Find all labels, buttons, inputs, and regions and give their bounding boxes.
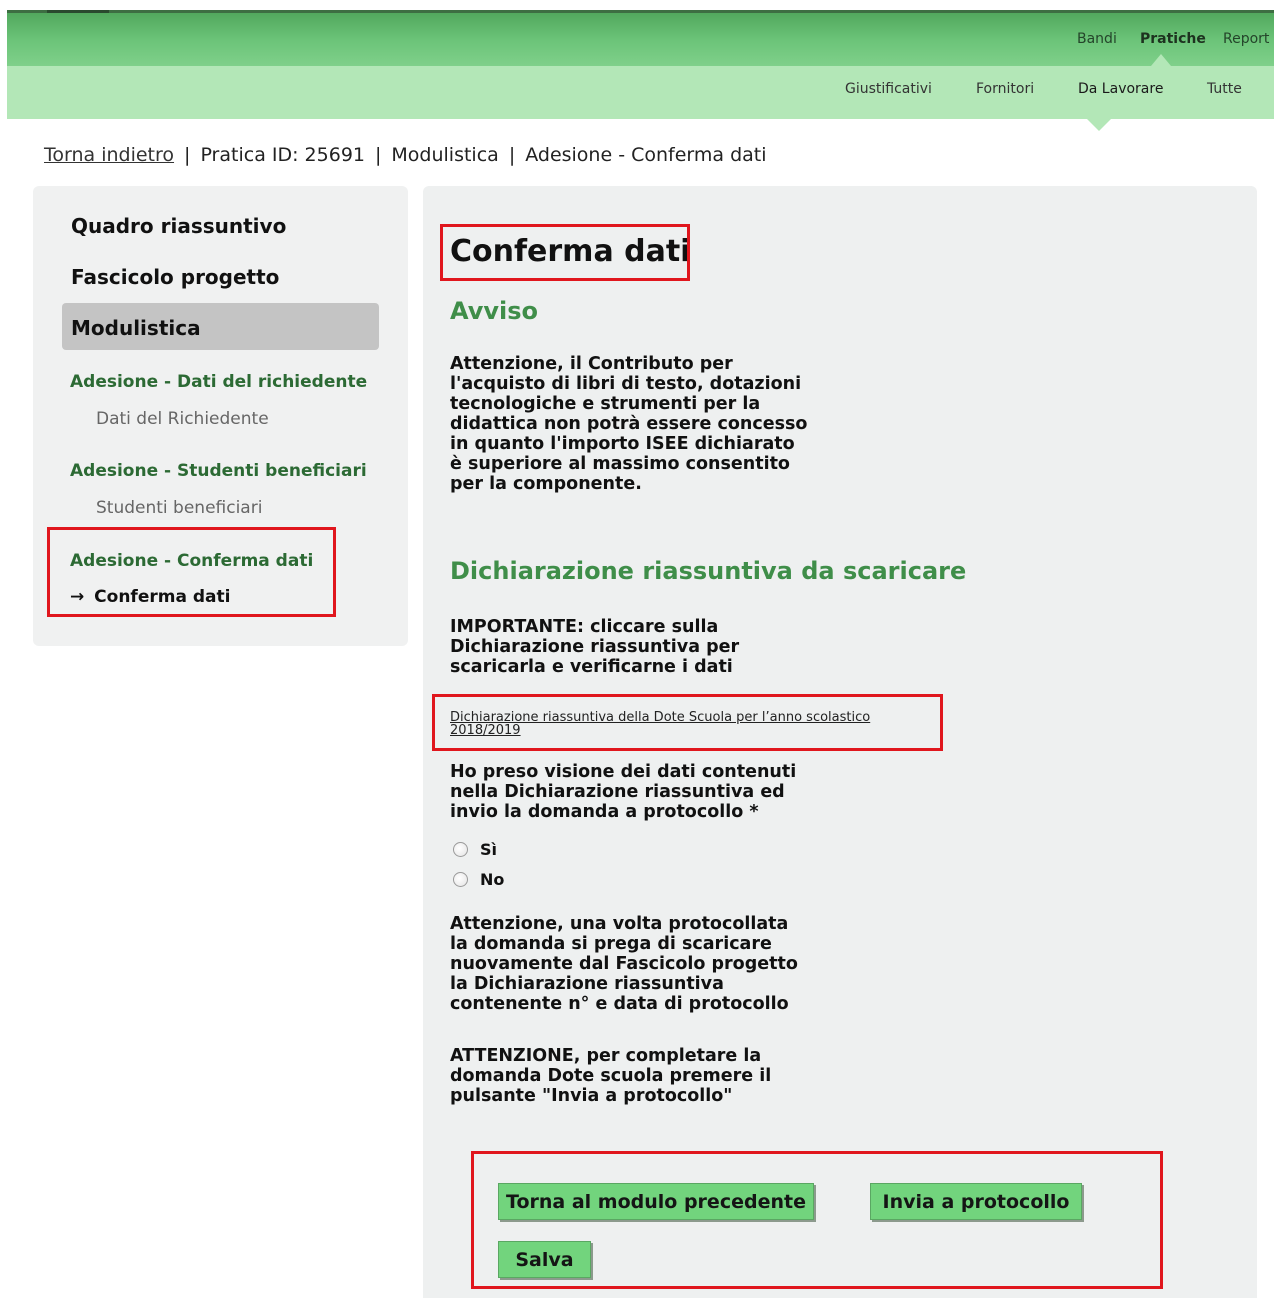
breadcrumb-separator: | bbox=[375, 144, 382, 166]
sidebar-item-modulistica[interactable]: Modulistica bbox=[71, 316, 201, 340]
sidebar-item-quadro-riassuntivo[interactable]: Quadro riassuntivo bbox=[71, 214, 286, 238]
top-nav-report[interactable]: Report bbox=[1223, 31, 1269, 47]
topbar-tab-marker bbox=[47, 10, 109, 13]
sub-nav-giustificativi[interactable]: Giustificativi bbox=[845, 81, 932, 97]
avviso-line: in quanto l'importo ISEE dichiarato bbox=[450, 434, 795, 454]
active-top-nav-caret bbox=[1151, 54, 1171, 66]
radio-si-label: Sì bbox=[480, 840, 498, 859]
warning-line: la Dichiarazione riassuntiva bbox=[450, 974, 724, 994]
avviso-line: l'acquisto di libri di testo, dotazioni bbox=[450, 374, 802, 394]
final-line: domanda Dote scuola premere il bbox=[450, 1066, 772, 1086]
sidebar-group-studenti-beneficiari[interactable]: Adesione - Studenti beneficiari bbox=[70, 461, 367, 481]
top-nav-bandi[interactable]: Bandi bbox=[1077, 31, 1117, 47]
avviso-line: didattica non potrà essere concesso bbox=[450, 414, 808, 434]
back-link[interactable]: Torna indietro bbox=[44, 144, 174, 166]
breadcrumb: Torna indietro | Pratica ID: 25691 | Modulis… bbox=[44, 144, 767, 166]
radio-option-si[interactable]: Sì bbox=[453, 840, 497, 859]
importante-line: IMPORTANTE: cliccare sulla bbox=[450, 617, 719, 637]
sub-nav-da-lavorare[interactable]: Da Lavorare bbox=[1078, 81, 1163, 97]
avviso-line: è superiore al massimo consentito bbox=[450, 454, 790, 474]
warning-line: contenente n° e data di protocollo bbox=[450, 994, 789, 1014]
sidebar-sub-studenti-beneficiari[interactable]: Studenti beneficiari bbox=[96, 498, 262, 518]
radio-si[interactable] bbox=[453, 842, 468, 857]
warning-text: Attenzione, una volta protocollata la do… bbox=[450, 914, 830, 1014]
warning-line: nuovamente dal Fascicolo progetto bbox=[450, 954, 798, 974]
importante-line: Dichiarazione riassuntiva per bbox=[450, 637, 740, 657]
highlight-box-sidebar bbox=[47, 527, 336, 617]
question-line: invio la domanda a protocollo * bbox=[450, 802, 759, 822]
breadcrumb-separator: | bbox=[508, 144, 516, 166]
breadcrumb-separator: | bbox=[184, 144, 191, 166]
warning-line: Attenzione, una volta protocollata bbox=[450, 914, 789, 934]
radio-no[interactable] bbox=[453, 872, 468, 887]
avviso-line: per la componente. bbox=[450, 474, 642, 494]
highlight-box-download-link bbox=[432, 694, 943, 751]
final-instruction-text: ATTENZIONE, per completare la domanda Do… bbox=[450, 1046, 830, 1106]
importante-line: scaricarla e verificarne i dati bbox=[450, 657, 733, 677]
avviso-line: tecnologiche e strumenti per la bbox=[450, 394, 761, 414]
presa-visione-question: Ho preso visione dei dati contenuti nell… bbox=[450, 762, 830, 822]
final-line: pulsante "Invia a protocollo" bbox=[450, 1086, 733, 1106]
highlight-box-title bbox=[440, 224, 690, 281]
radio-no-label: No bbox=[480, 870, 505, 889]
highlight-box-buttons bbox=[471, 1151, 1163, 1289]
active-sub-nav-caret bbox=[1087, 119, 1111, 131]
sub-nav-tutte[interactable]: Tutte bbox=[1207, 81, 1242, 97]
question-line: nella Dichiarazione riassuntiva ed bbox=[450, 782, 785, 802]
warning-line: la domanda si prega di scaricare bbox=[450, 934, 772, 954]
avviso-line: Attenzione, il Contributo per bbox=[450, 354, 733, 374]
avviso-text: Attenzione, il Contributo per l'acquisto… bbox=[450, 354, 830, 494]
radio-option-no[interactable]: No bbox=[453, 870, 504, 889]
sidebar-item-fascicolo-progetto[interactable]: Fascicolo progetto bbox=[71, 265, 279, 289]
breadcrumb-pratica-id: Pratica ID: 25691 bbox=[200, 144, 365, 166]
sidebar-group-dati-richiedente[interactable]: Adesione - Dati del richiedente bbox=[70, 372, 367, 392]
breadcrumb-modulistica: Modulistica bbox=[391, 144, 499, 166]
avviso-heading: Avviso bbox=[450, 297, 539, 325]
question-line: Ho preso visione dei dati contenuti bbox=[450, 762, 797, 782]
top-navigation-bar: Bandi Pratiche Report bbox=[7, 10, 1274, 66]
sub-navigation-bar: Giustificativi Fornitori Da Lavorare Tut… bbox=[7, 66, 1274, 131]
final-line: ATTENZIONE, per completare la bbox=[450, 1046, 762, 1066]
top-nav-pratiche[interactable]: Pratiche bbox=[1140, 31, 1206, 47]
sidebar-sub-dati-richiedente[interactable]: Dati del Richiedente bbox=[96, 409, 269, 429]
dichiarazione-heading: Dichiarazione riassuntiva da scaricare bbox=[450, 557, 967, 585]
sub-nav-fornitori[interactable]: Fornitori bbox=[976, 81, 1034, 97]
breadcrumb-current: Adesione - Conferma dati bbox=[525, 144, 767, 166]
topbar-border bbox=[7, 10, 1274, 13]
importante-text: IMPORTANTE: cliccare sulla Dichiarazione… bbox=[450, 617, 830, 677]
